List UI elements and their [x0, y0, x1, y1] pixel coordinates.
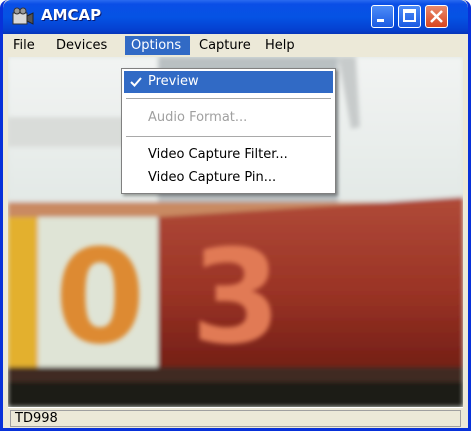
- menu-file[interactable]: File: [7, 36, 41, 55]
- menu-item-preview[interactable]: Preview: [124, 71, 333, 93]
- menu-item-video-capture-filter-label: Video Capture Filter...: [148, 147, 288, 162]
- options-dropdown-menu: Preview Audio Format... Video Capture Fi…: [121, 68, 336, 194]
- app-window: AMCAP File Devices Options Capture Help: [0, 0, 471, 431]
- maximize-button[interactable]: [398, 5, 421, 28]
- menu-bar: File Devices Options Capture Help: [3, 34, 468, 57]
- title-bar[interactable]: AMCAP: [3, 0, 468, 34]
- minimize-icon: [377, 19, 384, 22]
- close-icon: [430, 10, 443, 23]
- menu-capture[interactable]: Capture: [193, 36, 257, 55]
- preview-digit-three: 3: [191, 221, 281, 373]
- preview-digit-zero: 0: [55, 221, 145, 373]
- menu-item-preview-label: Preview: [148, 74, 199, 89]
- menu-help[interactable]: Help: [259, 36, 301, 55]
- menu-item-video-capture-filter[interactable]: Video Capture Filter...: [124, 144, 333, 166]
- menu-item-audio-format: Audio Format...: [124, 107, 333, 129]
- maximize-icon: [403, 9, 416, 22]
- menu-item-video-capture-pin[interactable]: Video Capture Pin...: [124, 167, 333, 189]
- menu-separator: [126, 136, 331, 138]
- status-text: TD998: [10, 410, 461, 427]
- camera-app-icon: [12, 7, 34, 25]
- menu-separator: [126, 98, 331, 100]
- menu-options[interactable]: Options: [125, 36, 190, 55]
- menu-item-audio-format-label: Audio Format...: [148, 110, 248, 125]
- minimize-button[interactable]: [371, 5, 394, 28]
- menu-item-video-capture-pin-label: Video Capture Pin...: [148, 170, 277, 185]
- window-title: AMCAP: [41, 6, 102, 24]
- close-button[interactable]: [425, 5, 448, 28]
- menu-devices[interactable]: Devices: [50, 36, 113, 55]
- status-bar: TD998: [8, 407, 463, 428]
- checkmark-icon: [130, 77, 142, 87]
